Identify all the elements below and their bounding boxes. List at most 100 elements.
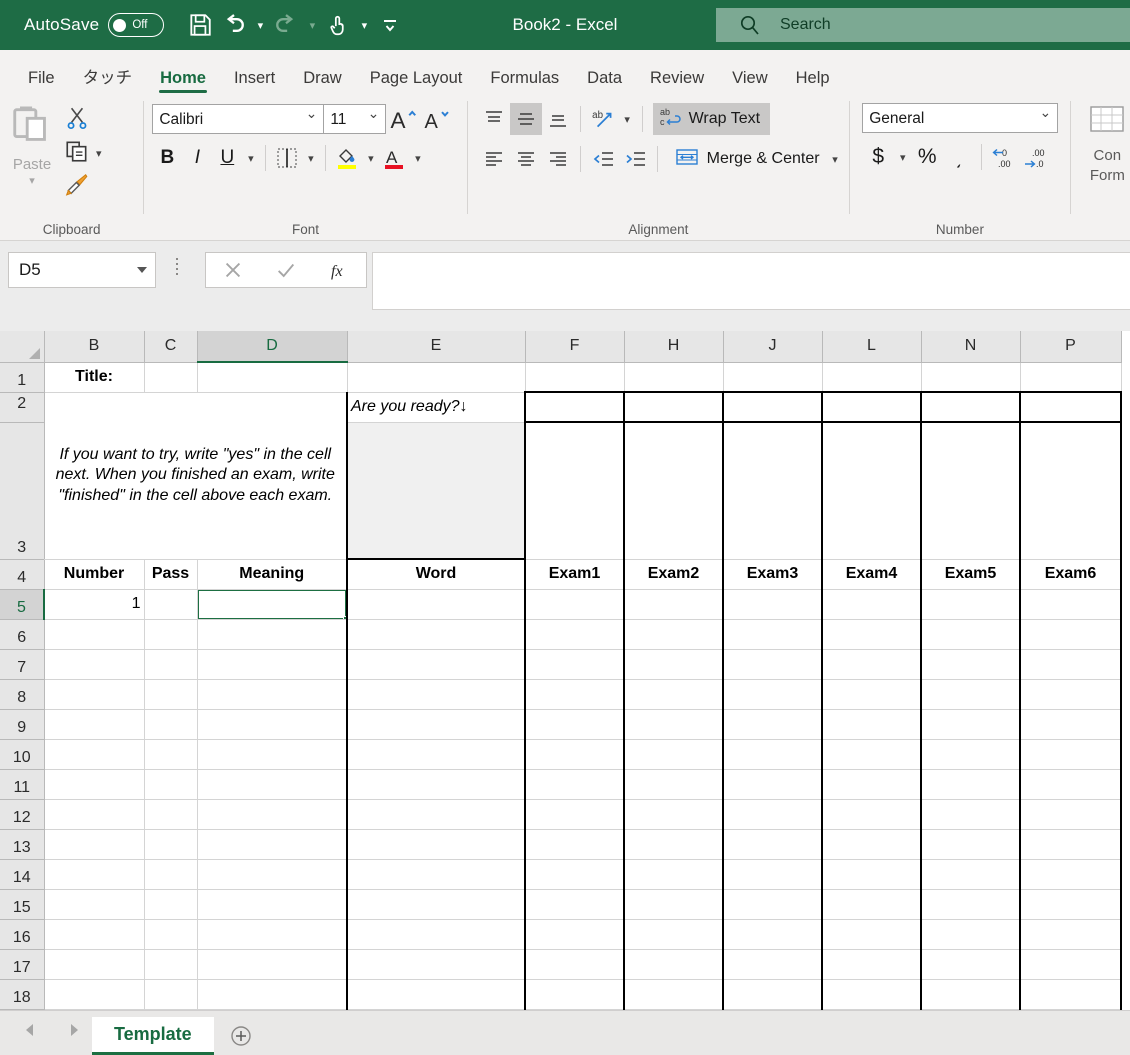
row-header-15[interactable]: 15 bbox=[0, 889, 45, 920]
cell-B17[interactable] bbox=[44, 949, 145, 980]
wrap-text-button[interactable]: ab c Wrap Text bbox=[652, 103, 771, 135]
cell-D5[interactable] bbox=[197, 589, 348, 620]
cell-F1[interactable] bbox=[525, 362, 625, 393]
tab-view[interactable]: View bbox=[718, 69, 781, 96]
select-all-corner[interactable] bbox=[0, 331, 45, 363]
cell-J7[interactable] bbox=[723, 649, 823, 680]
tab-draw[interactable]: Draw bbox=[289, 69, 356, 96]
cell-D1[interactable] bbox=[197, 362, 348, 393]
cell-D10[interactable] bbox=[197, 739, 348, 770]
cell-L18[interactable] bbox=[822, 979, 922, 1010]
column-header-L[interactable]: L bbox=[822, 331, 922, 363]
cell-L16[interactable] bbox=[822, 919, 922, 950]
cell-C13[interactable] bbox=[144, 829, 198, 860]
cell-L13[interactable] bbox=[822, 829, 922, 860]
column-header-D[interactable]: D bbox=[197, 331, 348, 363]
cell-D14[interactable] bbox=[197, 859, 348, 890]
decrease-font-size-button[interactable]: A bbox=[420, 103, 454, 135]
cell-N4[interactable]: Exam5 bbox=[921, 559, 1021, 590]
cell-F5[interactable] bbox=[525, 589, 625, 620]
cell-L7[interactable] bbox=[822, 649, 922, 680]
cell-J9[interactable] bbox=[723, 709, 823, 740]
cell-P3[interactable] bbox=[1020, 422, 1122, 560]
cell-P1[interactable] bbox=[1020, 362, 1122, 393]
cell-F15[interactable] bbox=[525, 889, 625, 920]
sheet-tab-template[interactable]: Template bbox=[92, 1017, 214, 1055]
cell-N6[interactable] bbox=[921, 619, 1021, 650]
cell-B10[interactable] bbox=[44, 739, 145, 770]
cell-B12[interactable] bbox=[44, 799, 145, 830]
cell-D18[interactable] bbox=[197, 979, 348, 1010]
cell-F16[interactable] bbox=[525, 919, 625, 950]
cell-P17[interactable] bbox=[1020, 949, 1122, 980]
cell-E16[interactable] bbox=[347, 919, 526, 950]
row-header-12[interactable]: 12 bbox=[0, 799, 45, 830]
cell-B7[interactable] bbox=[44, 649, 145, 680]
font-color-button[interactable]: A bbox=[379, 142, 409, 174]
cell-H15[interactable] bbox=[624, 889, 724, 920]
row-header-1[interactable]: 1 bbox=[0, 362, 45, 393]
search-box[interactable]: Search bbox=[716, 8, 1130, 42]
cell-E4[interactable]: Word bbox=[347, 559, 526, 590]
cell-C14[interactable] bbox=[144, 859, 198, 890]
cell-B5[interactable]: 1 bbox=[44, 589, 145, 620]
formula-bar-grip[interactable] bbox=[176, 258, 178, 275]
column-header-P[interactable]: P bbox=[1020, 331, 1122, 363]
cell-P7[interactable] bbox=[1020, 649, 1122, 680]
fill-handle[interactable] bbox=[343, 615, 345, 618]
cell-H18[interactable] bbox=[624, 979, 724, 1010]
cell-E6[interactable] bbox=[347, 619, 526, 650]
cell-P5[interactable] bbox=[1020, 589, 1122, 620]
cell-B4[interactable]: Number bbox=[44, 559, 145, 590]
cell-P2[interactable] bbox=[1020, 391, 1122, 423]
cell-C6[interactable] bbox=[144, 619, 198, 650]
cell-H8[interactable] bbox=[624, 679, 724, 710]
conditional-formatting-button[interactable]: Con Form bbox=[1085, 101, 1130, 187]
cell-L3[interactable] bbox=[822, 422, 922, 560]
row-header-18[interactable]: 18 bbox=[0, 979, 45, 1010]
cell-H17[interactable] bbox=[624, 949, 724, 980]
cell-F3[interactable] bbox=[524, 422, 625, 560]
number-format-select[interactable]: General bbox=[862, 103, 1059, 133]
row-header-8[interactable]: 8 bbox=[0, 679, 45, 710]
column-header-E[interactable]: E bbox=[347, 331, 526, 363]
cell-E1[interactable] bbox=[347, 362, 526, 393]
cell-J18[interactable] bbox=[723, 979, 823, 1010]
cell-E12[interactable] bbox=[347, 799, 526, 830]
cell-L4[interactable]: Exam4 bbox=[822, 559, 922, 590]
cell-E11[interactable] bbox=[347, 769, 526, 800]
autosave-control[interactable]: AutoSave Off bbox=[24, 13, 165, 37]
font-color-dropdown-icon[interactable]: ▾ bbox=[409, 142, 426, 174]
cell-L12[interactable] bbox=[822, 799, 922, 830]
column-header-J[interactable]: J bbox=[723, 331, 823, 363]
cell-P6[interactable] bbox=[1020, 619, 1122, 650]
cell-H13[interactable] bbox=[624, 829, 724, 860]
cell-E3[interactable] bbox=[346, 422, 526, 560]
cell-H1[interactable] bbox=[624, 362, 724, 393]
customize-qat-icon[interactable] bbox=[374, 8, 406, 42]
row-header-10[interactable]: 10 bbox=[0, 739, 45, 770]
name-box[interactable]: D5 bbox=[8, 252, 156, 288]
decrease-indent-button[interactable] bbox=[587, 143, 619, 175]
tab-insert[interactable]: Insert bbox=[220, 69, 289, 96]
align-top-button[interactable] bbox=[478, 103, 510, 135]
cell-C1[interactable] bbox=[144, 362, 198, 393]
cell-J6[interactable] bbox=[723, 619, 823, 650]
tab-file[interactable]: File bbox=[14, 69, 69, 96]
cell-H5[interactable] bbox=[624, 589, 724, 620]
cell-E17[interactable] bbox=[347, 949, 526, 980]
cell-L2[interactable] bbox=[822, 391, 922, 423]
cell-L8[interactable] bbox=[822, 679, 922, 710]
accounting-format-button[interactable]: $ bbox=[862, 141, 894, 173]
cell-C18[interactable] bbox=[144, 979, 198, 1010]
cell-L10[interactable] bbox=[822, 739, 922, 770]
cell-N7[interactable] bbox=[921, 649, 1021, 680]
cell-J11[interactable] bbox=[723, 769, 823, 800]
comma-format-button[interactable]: ͵ bbox=[943, 141, 975, 173]
cell-J16[interactable] bbox=[723, 919, 823, 950]
cell-D9[interactable] bbox=[197, 709, 348, 740]
cell-E8[interactable] bbox=[347, 679, 526, 710]
undo-dropdown-icon[interactable]: ▾ bbox=[252, 8, 268, 42]
copy-button[interactable]: ▾ bbox=[64, 138, 102, 168]
cell-P10[interactable] bbox=[1020, 739, 1122, 770]
